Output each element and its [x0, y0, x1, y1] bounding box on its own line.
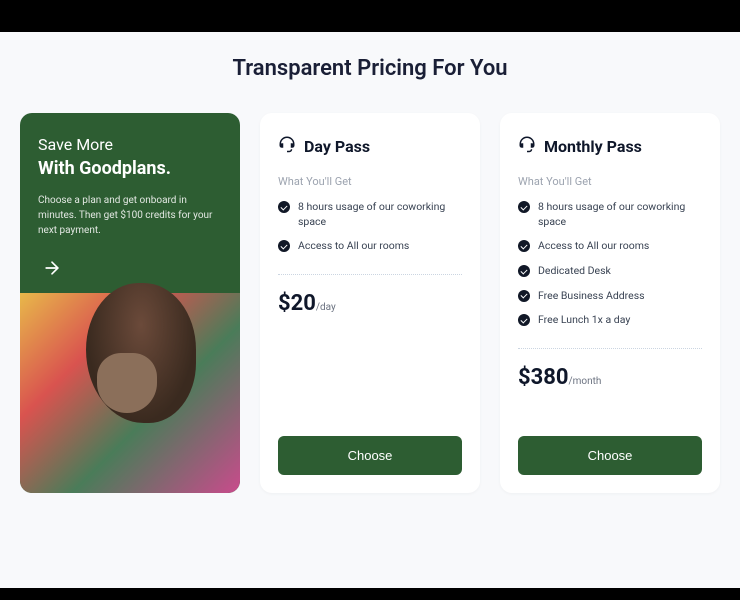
- divider: [278, 274, 462, 275]
- choose-button[interactable]: Choose: [518, 436, 702, 475]
- plan-name: Day Pass: [304, 137, 370, 156]
- feature-item: Access to All our rooms: [278, 239, 462, 254]
- plan-card-monthly: Monthly Pass What You'll Get 8 hours usa…: [500, 113, 720, 493]
- promo-line2: With Goodplans.: [38, 158, 222, 179]
- promo-line1: Save More: [38, 135, 222, 154]
- price-amount: $380: [518, 365, 569, 390]
- plan-card-day: Day Pass What You'll Get 8 hours usage o…: [260, 113, 480, 493]
- divider: [518, 348, 702, 349]
- price: $380/month: [518, 365, 702, 390]
- top-bar: [0, 0, 740, 32]
- price-per: /day: [316, 302, 336, 313]
- bottom-bar: [0, 588, 740, 600]
- price-amount: $20: [278, 291, 316, 316]
- feature-text: Free Lunch 1x a day: [538, 313, 630, 328]
- plan-name: Monthly Pass: [544, 137, 642, 156]
- check-icon: [278, 201, 290, 213]
- feature-list: 8 hours usage of our coworking space Acc…: [278, 200, 462, 264]
- feature-text: 8 hours usage of our coworking space: [298, 200, 462, 229]
- choose-button[interactable]: Choose: [278, 436, 462, 475]
- subhead: What You'll Get: [278, 175, 462, 188]
- cards-row: Save More With Goodplans. Choose a plan …: [20, 113, 720, 493]
- promo-desc: Choose a plan and get onboard in minutes…: [38, 193, 222, 238]
- feature-item: Access to All our rooms: [518, 239, 702, 254]
- check-icon: [518, 314, 530, 326]
- promo-card: Save More With Goodplans. Choose a plan …: [20, 113, 240, 493]
- subhead: What You'll Get: [518, 175, 702, 188]
- page-title: Transparent Pricing For You: [20, 56, 720, 81]
- feature-text: Access to All our rooms: [298, 239, 409, 254]
- feature-item: Dedicated Desk: [518, 264, 702, 279]
- feature-text: 8 hours usage of our coworking space: [538, 200, 702, 229]
- price: $20/day: [278, 291, 462, 316]
- headset-icon: [518, 135, 536, 157]
- check-icon: [518, 240, 530, 252]
- feature-text: Access to All our rooms: [538, 239, 649, 254]
- check-icon: [278, 240, 290, 252]
- feature-list: 8 hours usage of our coworking space Acc…: [518, 200, 702, 338]
- check-icon: [518, 290, 530, 302]
- feature-text: Free Business Address: [538, 289, 645, 304]
- feature-item: 8 hours usage of our coworking space: [278, 200, 462, 229]
- feature-item: 8 hours usage of our coworking space: [518, 200, 702, 229]
- check-icon: [518, 201, 530, 213]
- check-icon: [518, 265, 530, 277]
- feature-text: Dedicated Desk: [538, 264, 611, 279]
- promo-image: [20, 293, 240, 493]
- headset-icon: [278, 135, 296, 157]
- arrow-right-icon[interactable]: [38, 254, 66, 282]
- feature-item: Free Lunch 1x a day: [518, 313, 702, 328]
- price-per: /month: [569, 376, 602, 387]
- feature-item: Free Business Address: [518, 289, 702, 304]
